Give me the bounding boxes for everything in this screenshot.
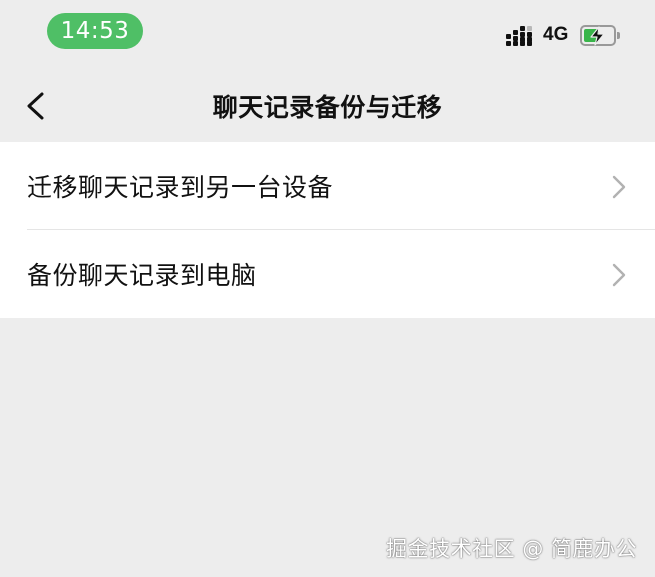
status-time: 14:53 <box>47 13 143 49</box>
network-type: 4G <box>543 24 569 45</box>
back-button[interactable] <box>16 86 56 126</box>
list-item-label: 迁移聊天记录到另一台设备 <box>27 173 334 202</box>
status-bar: 14:53 4G <box>0 0 655 70</box>
chevron-left-icon <box>27 92 44 120</box>
screen: 14:53 4G 聊天记录备份与迁移 迁移聊天记录到另一台设备 备份聊天记录到电… <box>0 0 655 577</box>
charging-bolt-icon <box>590 26 605 46</box>
list-item-label: 备份聊天记录到电脑 <box>27 261 257 290</box>
list-item-migrate-chat-history[interactable]: 迁移聊天记录到另一台设备 <box>0 142 655 230</box>
settings-list: 迁移聊天记录到另一台设备 备份聊天记录到电脑 <box>0 142 655 318</box>
chevron-right-icon <box>612 263 626 287</box>
battery-icon <box>580 25 616 46</box>
watermark: 掘金技术社区 @ 简鹿办公 <box>386 537 637 561</box>
list-item-backup-to-computer[interactable]: 备份聊天记录到电脑 <box>0 230 655 318</box>
signal-strength-icon <box>506 26 534 46</box>
page-title: 聊天记录备份与迁移 <box>212 93 443 122</box>
battery-tip <box>617 32 620 39</box>
chevron-right-icon <box>612 175 626 199</box>
navigation-bar: 聊天记录备份与迁移 <box>0 70 655 142</box>
